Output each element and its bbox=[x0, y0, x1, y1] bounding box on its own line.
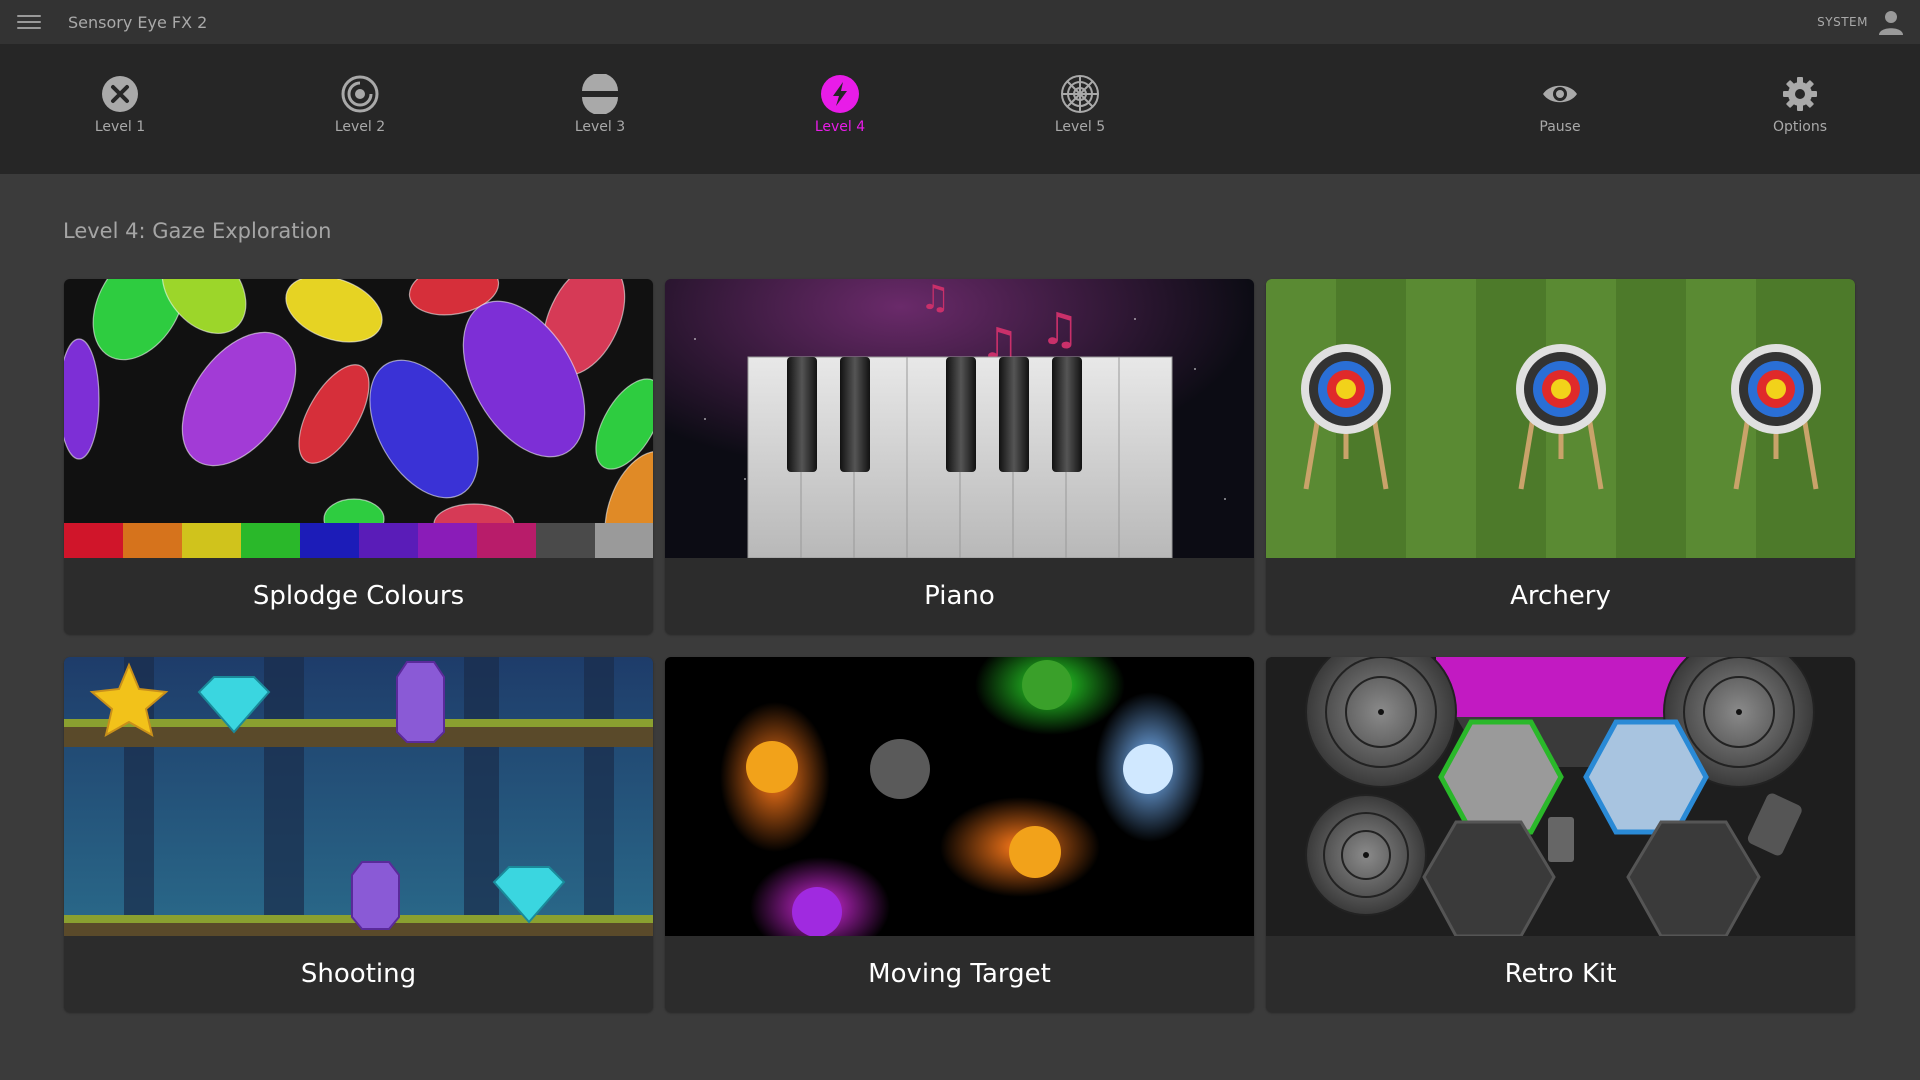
activity-label-moving-target: Moving Target bbox=[868, 959, 1051, 989]
activity-label-retro-kit: Retro Kit bbox=[1504, 959, 1617, 989]
activity-card-archery[interactable]: Archery bbox=[1266, 279, 1855, 634]
nav-level-2[interactable]: Level 2 bbox=[280, 44, 440, 174]
user-icon bbox=[1879, 11, 1903, 35]
hamburger-menu-icon[interactable] bbox=[17, 13, 41, 31]
nav-label-level-3: Level 3 bbox=[574, 119, 626, 135]
svg-text:♫: ♫ bbox=[1040, 304, 1079, 355]
moving-target-thumbnail bbox=[665, 657, 1254, 936]
eye-icon bbox=[1543, 85, 1577, 103]
gear-icon bbox=[1783, 77, 1817, 111]
nav-label-level-4: Level 4 bbox=[814, 119, 866, 135]
title-bar: Sensory Eye FX 2 SYSTEM bbox=[0, 0, 1920, 44]
activity-card-retro-kit[interactable]: Retro Kit bbox=[1266, 657, 1855, 1012]
nav-options[interactable]: Options bbox=[1720, 44, 1880, 174]
nav-label-options: Options bbox=[1772, 119, 1828, 135]
swirl-icon bbox=[341, 75, 379, 113]
user-menu[interactable]: SYSTEM bbox=[1817, 0, 1904, 44]
nav-label-level-2: Level 2 bbox=[334, 119, 386, 135]
nav-level-5[interactable]: Level 5 bbox=[1000, 44, 1160, 174]
activity-label-piano: Piano bbox=[924, 581, 995, 611]
svg-text:♫: ♫ bbox=[920, 279, 950, 318]
shooting-thumbnail bbox=[64, 657, 653, 936]
level-nav-bar: Level 1 Level 2 Level 3 Level 4 Level 5 … bbox=[0, 44, 1920, 174]
archery-thumbnail bbox=[1266, 279, 1855, 558]
activity-card-shooting[interactable]: Shooting bbox=[64, 657, 653, 1012]
activity-label-shooting: Shooting bbox=[300, 959, 417, 989]
nav-label-level-1: Level 1 bbox=[94, 119, 146, 135]
nav-level-4[interactable]: Level 4 bbox=[760, 44, 920, 174]
nav-level-3[interactable]: Level 3 bbox=[520, 44, 680, 174]
app-title: Sensory Eye FX 2 bbox=[68, 12, 208, 32]
split-circle-icon bbox=[582, 74, 618, 114]
piano-thumbnail: ♫ ♫ ♫ bbox=[665, 279, 1254, 558]
web-icon bbox=[1061, 75, 1099, 113]
activity-card-piano[interactable]: ♫ ♫ ♫ Piano bbox=[665, 279, 1254, 634]
nav-level-1[interactable]: Level 1 bbox=[40, 44, 200, 174]
retro-kit-thumbnail bbox=[1266, 657, 1855, 936]
section-title: Level 4: Gaze Exploration bbox=[63, 219, 332, 243]
nav-label-pause: Pause bbox=[1539, 119, 1581, 135]
activity-label-archery: Archery bbox=[1510, 581, 1611, 611]
activity-card-splodge-colours[interactable]: Splodge Colours bbox=[64, 279, 653, 634]
splodge-colours-thumbnail bbox=[64, 279, 653, 558]
activity-card-moving-target[interactable]: Moving Target bbox=[665, 657, 1254, 1012]
lightning-icon bbox=[821, 75, 859, 113]
user-label: SYSTEM bbox=[1817, 15, 1868, 29]
nav-label-level-5: Level 5 bbox=[1054, 119, 1106, 135]
nav-pause[interactable]: Pause bbox=[1480, 44, 1640, 174]
activity-label-splodge-colours: Splodge Colours bbox=[252, 581, 465, 611]
x-circle-icon bbox=[102, 76, 138, 112]
